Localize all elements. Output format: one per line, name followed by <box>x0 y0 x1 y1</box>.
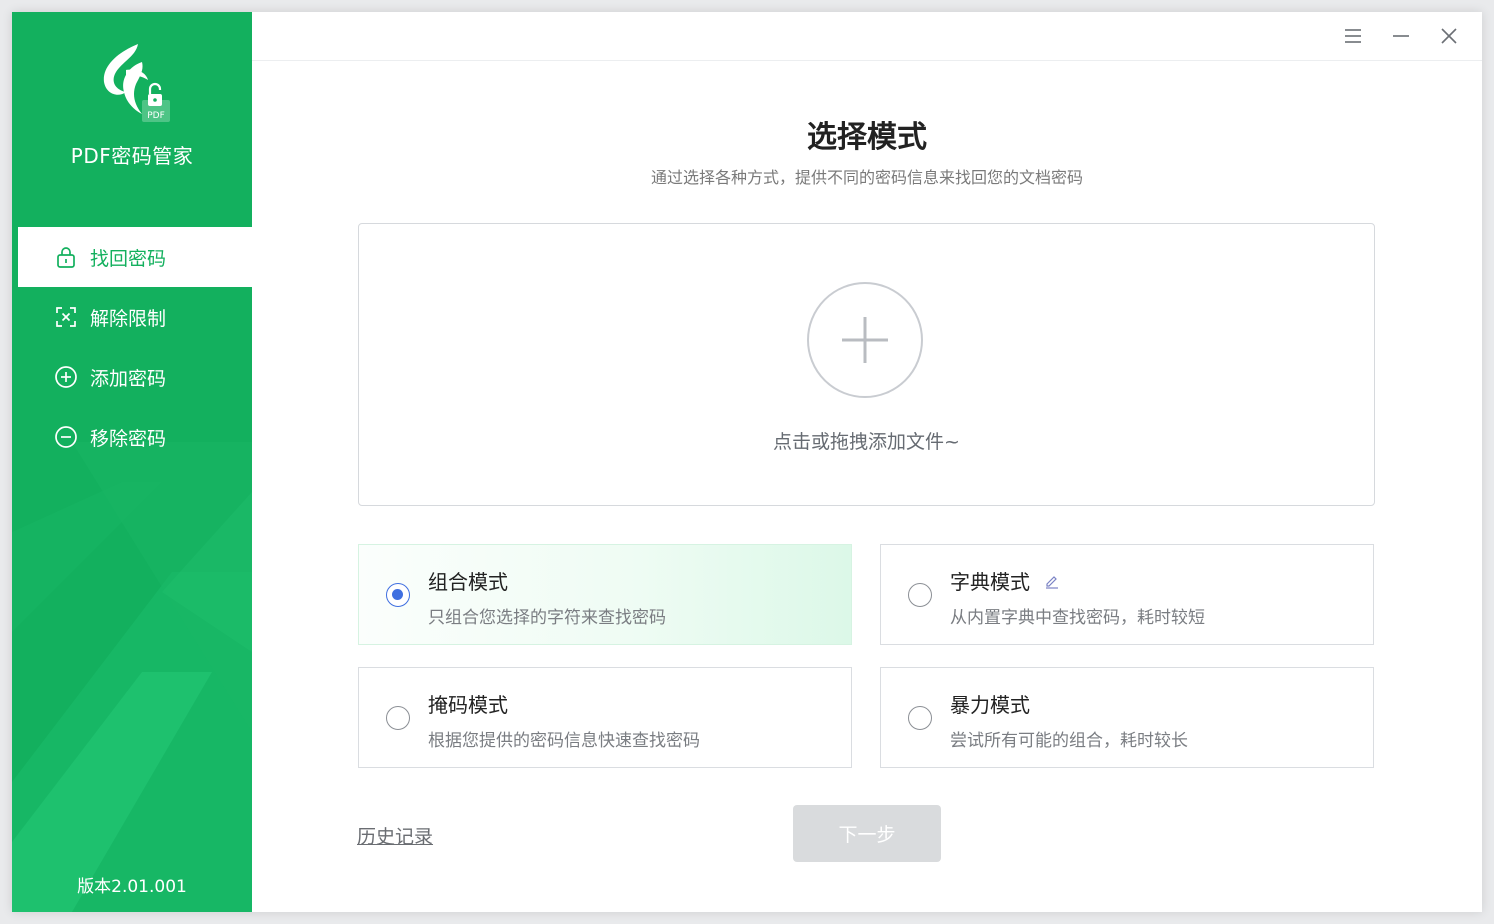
plus-circle-icon <box>54 365 78 389</box>
app-logo-icon: PDF <box>103 44 170 122</box>
unrestrict-icon <box>54 305 78 329</box>
mode-desc: 尝试所有可能的组合，耗时较长 <box>950 731 1188 751</box>
lock-icon <box>54 245 78 269</box>
titlebar <box>252 12 1482 61</box>
sidebar-item-add-password[interactable]: 添加密码 <box>18 347 252 407</box>
mode-card-dictionary[interactable]: 字典模式 从内置字典中查找密码，耗时较短 <box>880 544 1374 645</box>
mode-name: 字典模式 <box>950 570 1030 594</box>
mode-card-combination[interactable]: 组合模式 只组合您选择的字符来查找密码 <box>358 544 852 645</box>
version-label: 版本2.01.001 <box>77 877 187 897</box>
mode-radio[interactable] <box>908 583 932 607</box>
page-subtitle: 通过选择各种方式，提供不同的密码信息来找回您的文档密码 <box>650 168 1083 187</box>
next-button[interactable]: 下一步 <box>793 805 941 862</box>
sidebar-item-label: 找回密码 <box>90 247 167 270</box>
app-window: PDF PDF密码管家 找回密码 解除限制 添加密码 移除密码 版本2.01.0… <box>12 12 1482 912</box>
mode-radio[interactable] <box>386 583 410 607</box>
mode-name: 掩码模式 <box>428 693 508 717</box>
sidebar-nav: 找回密码 解除限制 添加密码 移除密码 <box>18 227 252 467</box>
sidebar-item-label: 解除限制 <box>90 307 167 330</box>
mode-desc: 根据您提供的密码信息快速查找密码 <box>428 731 700 751</box>
add-file-icon[interactable] <box>807 282 923 398</box>
mode-radio[interactable] <box>908 706 932 730</box>
history-link[interactable]: 历史记录 <box>357 822 433 849</box>
sidebar-item-remove-password[interactable]: 移除密码 <box>18 407 252 467</box>
menu-icon[interactable] <box>1341 24 1365 48</box>
sidebar-item-recover-password[interactable]: 找回密码 <box>18 227 252 287</box>
mode-card-brute-force[interactable]: 暴力模式 尝试所有可能的组合，耗时较长 <box>880 667 1374 768</box>
dropzone-text: 点击或拖拽添加文件~ <box>773 431 960 453</box>
sidebar-item-label: 移除密码 <box>90 427 167 450</box>
minus-circle-icon <box>54 425 78 449</box>
sidebar-item-remove-restriction[interactable]: 解除限制 <box>18 287 252 347</box>
mode-card-mask[interactable]: 掩码模式 根据您提供的密码信息快速查找密码 <box>358 667 852 768</box>
mode-name-row: 字典模式 <box>950 566 1060 595</box>
app-name: PDF密码管家 <box>70 144 194 168</box>
mode-name: 组合模式 <box>428 570 508 594</box>
mode-desc: 只组合您选择的字符来查找密码 <box>428 608 666 628</box>
page-title: 选择模式 <box>807 120 927 155</box>
mode-desc: 从内置字典中查找密码，耗时较短 <box>950 608 1205 628</box>
mode-name: 暴力模式 <box>950 693 1030 717</box>
sidebar-item-label: 添加密码 <box>90 367 167 390</box>
logo-badge: PDF <box>147 111 165 121</box>
sidebar: PDF PDF密码管家 找回密码 解除限制 添加密码 移除密码 版本2.01.0… <box>12 12 252 912</box>
minimize-icon[interactable] <box>1389 24 1413 48</box>
file-dropzone[interactable]: 点击或拖拽添加文件~ <box>358 223 1375 506</box>
close-icon[interactable] <box>1437 24 1461 48</box>
edit-icon[interactable] <box>1044 573 1060 589</box>
mode-radio[interactable] <box>386 706 410 730</box>
